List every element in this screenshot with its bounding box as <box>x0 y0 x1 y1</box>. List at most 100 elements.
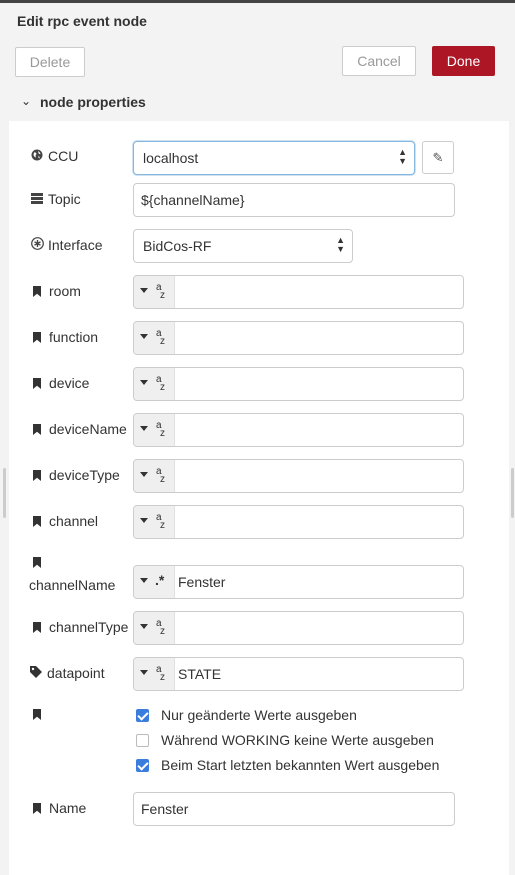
dialog-header: Edit rpc event node <box>0 3 515 41</box>
bookmark-icon <box>33 622 41 633</box>
channel-input[interactable]: az <box>133 505 464 539</box>
channel-label: channel <box>30 513 98 529</box>
channeltype-input[interactable]: az <box>133 611 464 645</box>
caret-down-icon <box>140 288 148 293</box>
section-title: node properties <box>40 94 146 110</box>
devicename-input[interactable]: az <box>133 413 464 447</box>
bookmark-icon <box>33 332 41 343</box>
type-selector-button[interactable]: az <box>134 612 175 644</box>
function-label: function <box>30 329 98 345</box>
type-selector-button[interactable]: az <box>134 276 175 308</box>
dialog-toolbar: Delete Cancel Done <box>0 40 515 84</box>
resize-handle-left[interactable] <box>3 468 6 518</box>
interface-value: BidCos-RF <box>143 238 212 254</box>
bookmark-icon <box>33 286 41 297</box>
option-label-start-value: Beim Start letzten bekannten Wert ausgeb… <box>161 757 440 773</box>
option-checkbox-working[interactable] <box>136 734 149 747</box>
device-input[interactable]: az <box>133 367 464 401</box>
type-selector-button[interactable]: az <box>134 414 175 446</box>
interface-label: Interface <box>30 237 102 253</box>
string-type-icon: az <box>156 282 165 301</box>
dialog-title: Edit rpc event node <box>17 13 147 29</box>
bookmark-icon <box>33 378 41 389</box>
resize-handle-right[interactable] <box>511 468 514 518</box>
devicename-label-text: deviceName <box>49 421 127 437</box>
caret-down-icon <box>140 624 148 629</box>
type-selector-button[interactable]: az <box>134 506 175 538</box>
room-input[interactable]: az <box>133 275 464 309</box>
string-type-icon: az <box>156 328 165 347</box>
topic-label: Topic <box>30 191 81 207</box>
topic-value: ${channelName} <box>141 192 245 208</box>
caret-down-icon <box>140 334 148 339</box>
bookmark-icon <box>33 424 41 435</box>
caret-down-icon <box>140 518 148 523</box>
pencil-icon: ✎ <box>432 150 444 165</box>
caret-down-icon <box>140 426 148 431</box>
devicename-label: deviceName <box>30 421 127 437</box>
select-arrows-icon: ▲ ▼ <box>336 235 345 254</box>
bookmark-icon <box>33 709 41 720</box>
string-type-icon: az <box>156 512 165 531</box>
type-selector-button[interactable]: .* <box>134 566 175 598</box>
edit-ccu-button[interactable]: ✎ <box>422 141 454 174</box>
select-arrows-icon: ▲ ▼ <box>398 147 407 166</box>
globe-icon <box>30 148 44 164</box>
option-label-changed-only: Nur geänderte Werte ausgeben <box>161 707 357 723</box>
channelname-label-text: channelName <box>29 577 116 593</box>
option-checkbox-start-value[interactable] <box>136 759 149 772</box>
caret-down-icon <box>140 670 148 675</box>
cancel-button[interactable]: Cancel <box>342 46 416 76</box>
function-label-text: function <box>49 329 99 345</box>
string-type-icon: az <box>156 664 165 683</box>
delete-button[interactable]: Delete <box>15 47 85 77</box>
section-header-node-properties[interactable]: ⌄ node properties <box>9 85 509 120</box>
type-selector-button[interactable]: az <box>134 658 175 690</box>
caret-down-icon <box>140 380 148 385</box>
tag-icon <box>30 665 42 681</box>
chevron-down-icon: ⌄ <box>21 94 32 108</box>
function-input[interactable]: az <box>133 321 464 355</box>
bookmark-icon <box>33 516 41 527</box>
name-label: Name <box>30 800 86 816</box>
type-selector-button[interactable]: az <box>134 322 175 354</box>
name-value: Fenster <box>141 801 189 817</box>
device-label: device <box>30 375 89 391</box>
bookmark-icon <box>33 803 41 814</box>
done-button[interactable]: Done <box>432 46 495 76</box>
bookmark-icon <box>33 470 41 481</box>
channelname-input[interactable]: .* Fenster <box>133 565 464 599</box>
room-label: room <box>30 283 81 299</box>
devicetype-input[interactable]: az <box>133 459 464 493</box>
datapoint-input[interactable]: az STATE <box>133 657 464 691</box>
room-label-text: room <box>49 283 81 299</box>
device-label-text: device <box>49 375 90 391</box>
devicetype-label: deviceType <box>30 467 120 483</box>
channeltype-label-text: channelType <box>49 619 129 635</box>
channelname-value: Fenster <box>178 574 226 590</box>
ccu-select[interactable]: localhost ▲ ▼ <box>133 141 415 175</box>
ccu-label-text: CCU <box>48 148 79 164</box>
interface-select[interactable]: BidCos-RF ▲ ▼ <box>133 229 353 263</box>
caret-down-icon <box>140 472 148 477</box>
string-type-icon: az <box>156 374 165 393</box>
type-selector-button[interactable]: az <box>134 460 175 492</box>
bookmark-icon <box>33 557 41 568</box>
option-checkbox-changed-only[interactable] <box>136 709 149 722</box>
options-label <box>30 706 49 722</box>
interface-label-text: Interface <box>48 237 103 253</box>
option-label-working: Während WORKING keine Werte ausgeben <box>161 732 434 748</box>
type-selector-button[interactable]: az <box>134 368 175 400</box>
topic-label-text: Topic <box>48 191 81 207</box>
topic-input[interactable]: ${channelName} <box>133 183 455 217</box>
channel-label-text: channel <box>49 513 99 529</box>
ccu-value: localhost <box>143 150 199 166</box>
name-label-text: Name <box>49 800 87 816</box>
channelname-label: channelName <box>29 554 116 593</box>
regex-type-icon: .* <box>155 572 165 588</box>
ccu-label: CCU <box>30 148 78 164</box>
string-type-icon: az <box>156 420 165 439</box>
name-input[interactable]: Fenster <box>133 792 455 826</box>
string-type-icon: az <box>156 466 165 485</box>
devicetype-label-text: deviceType <box>49 467 120 483</box>
